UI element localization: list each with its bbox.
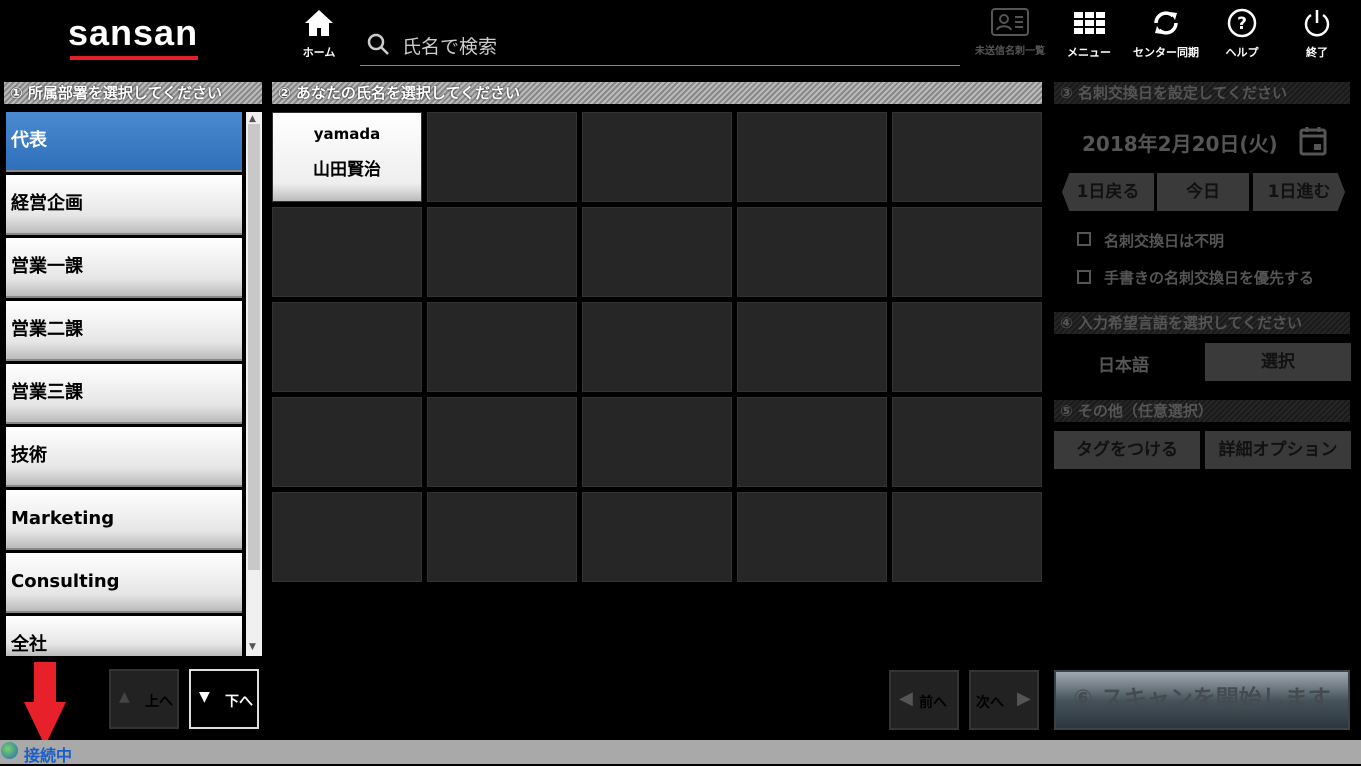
exit-label: 終了: [1306, 46, 1328, 59]
department-item[interactable]: 営業二課: [6, 301, 242, 361]
department-item[interactable]: 営業一課: [6, 238, 242, 298]
home-icon: [305, 10, 333, 36]
grid-menu-icon: [1074, 12, 1105, 34]
name-cell[interactable]: [272, 492, 422, 582]
logo-underline: [70, 56, 198, 60]
help-icon: ?: [1227, 8, 1257, 38]
name-cell[interactable]: [582, 492, 732, 582]
calendar-icon[interactable]: [1299, 126, 1327, 156]
name-section-title: ② あなたの氏名を選択してください: [272, 82, 1042, 104]
name-cell[interactable]: [582, 302, 732, 392]
person-id: yamada: [313, 125, 381, 143]
name-cell[interactable]: [582, 397, 732, 487]
exit-button[interactable]: 終了: [1282, 8, 1352, 60]
name-cell[interactable]: [737, 492, 887, 582]
sync-label: センター同期: [1133, 46, 1199, 59]
other-section-title: ⑤ その他（任意選択）: [1054, 400, 1350, 422]
name-cell[interactable]: [272, 207, 422, 297]
select-language-button[interactable]: 選択: [1205, 343, 1351, 381]
name-cell[interactable]: yamada 山田賢治: [272, 112, 422, 202]
person-name: 山田賢治: [313, 160, 381, 180]
start-scan-button[interactable]: ⑥ スキャンを開始します: [1054, 670, 1350, 730]
unknown-date-label: 名刺交換日は不明: [1104, 232, 1225, 250]
detail-options-button[interactable]: 詳細オプション: [1205, 431, 1351, 469]
name-cell[interactable]: [737, 112, 887, 202]
handwritten-date-checkbox[interactable]: [1077, 270, 1091, 284]
department-item[interactable]: 全社: [6, 616, 242, 656]
unsent-cards-button[interactable]: 未送信名刺一覧: [970, 8, 1050, 57]
up-button[interactable]: ▲ 上へ: [109, 669, 179, 729]
name-cell[interactable]: [582, 112, 732, 202]
date-section-title: ③ 名刺交換日を設定してください: [1054, 82, 1350, 104]
name-cell[interactable]: [427, 112, 577, 202]
next-page-button[interactable]: 次へ ▶: [969, 670, 1039, 730]
scroll-down-arrow-icon[interactable]: ▼: [249, 642, 256, 652]
search-placeholder: 氏名で検索: [402, 36, 498, 58]
search-icon: [367, 33, 389, 55]
unsent-label: 未送信名刺一覧: [975, 46, 1045, 57]
sync-button[interactable]: センター同期: [1128, 8, 1204, 60]
power-icon: [1304, 10, 1330, 37]
connection-status: 接続中: [24, 746, 73, 765]
name-cell[interactable]: [737, 397, 887, 487]
help-button[interactable]: ? ヘルプ: [1207, 8, 1277, 60]
sync-icon: [1154, 11, 1178, 35]
name-cell[interactable]: [427, 492, 577, 582]
handwritten-date-label: 手書きの名刺交換日を優先する: [1104, 269, 1315, 287]
contact-card-icon: [991, 8, 1029, 36]
status-bar: 接続中: [0, 740, 1361, 765]
search-input[interactable]: 氏名で検索: [360, 22, 960, 66]
name-cell[interactable]: [272, 397, 422, 487]
exchange-date: 2018年2月20日(火): [1082, 132, 1278, 156]
up-label: 上へ: [145, 694, 173, 710]
name-cell[interactable]: [737, 207, 887, 297]
language-section-title: ④ 入力希望言語を選択してください: [1054, 312, 1350, 334]
down-label: 下へ: [225, 694, 253, 710]
today-button[interactable]: 今日: [1157, 173, 1249, 211]
department-item[interactable]: 経営企画: [6, 175, 242, 235]
name-cell[interactable]: [582, 207, 732, 297]
home-button[interactable]: ホーム: [284, 8, 354, 60]
department-item[interactable]: Consulting: [6, 553, 242, 613]
name-cell[interactable]: [427, 207, 577, 297]
name-cell[interactable]: [272, 302, 422, 392]
red-arrow-annotation-icon: [24, 662, 66, 746]
department-item[interactable]: Marketing: [6, 490, 242, 550]
selected-language: 日本語: [1098, 356, 1149, 376]
previous-day-button[interactable]: 1日戻る: [1062, 173, 1154, 211]
add-tag-button[interactable]: タグをつける: [1054, 431, 1200, 469]
triangle-down-icon: ▼: [199, 689, 210, 705]
scrollbar-thumb[interactable]: [248, 124, 260, 570]
network-globe-icon: [1, 742, 18, 759]
prev-label: 前へ: [919, 695, 947, 711]
name-cell[interactable]: [892, 112, 1042, 202]
home-label: ホーム: [302, 46, 336, 59]
name-cell[interactable]: [737, 302, 887, 392]
help-label: ヘルプ: [1225, 46, 1259, 59]
triangle-up-icon: ▲: [119, 689, 130, 705]
unknown-date-checkbox[interactable]: [1077, 232, 1091, 246]
name-cell[interactable]: [892, 207, 1042, 297]
name-cell[interactable]: [427, 397, 577, 487]
name-cell[interactable]: [892, 397, 1042, 487]
scroll-up-arrow-icon[interactable]: ▲: [249, 114, 256, 124]
department-item[interactable]: 代表: [6, 112, 242, 172]
name-cell[interactable]: [892, 302, 1042, 392]
department-item[interactable]: 営業三課: [6, 364, 242, 424]
down-button[interactable]: ▼ 下へ: [189, 669, 259, 729]
chevron-left-icon: ◀: [899, 688, 913, 709]
chevron-right-icon: ▶: [1017, 688, 1031, 709]
prev-page-button[interactable]: ◀ 前へ: [889, 670, 959, 730]
menu-label: メニュー: [1067, 46, 1111, 59]
next-label: 次へ: [976, 695, 1004, 711]
next-day-button[interactable]: 1日進む: [1253, 173, 1345, 211]
sansan-logo: sansan: [68, 12, 199, 53]
name-cell[interactable]: [427, 302, 577, 392]
name-cell[interactable]: [892, 492, 1042, 582]
department-item[interactable]: 技術: [6, 427, 242, 487]
menu-button[interactable]: メニュー: [1054, 8, 1124, 60]
department-section-title: ① 所属部署を選択してください: [4, 82, 262, 104]
svg-text:?: ?: [1237, 14, 1247, 34]
